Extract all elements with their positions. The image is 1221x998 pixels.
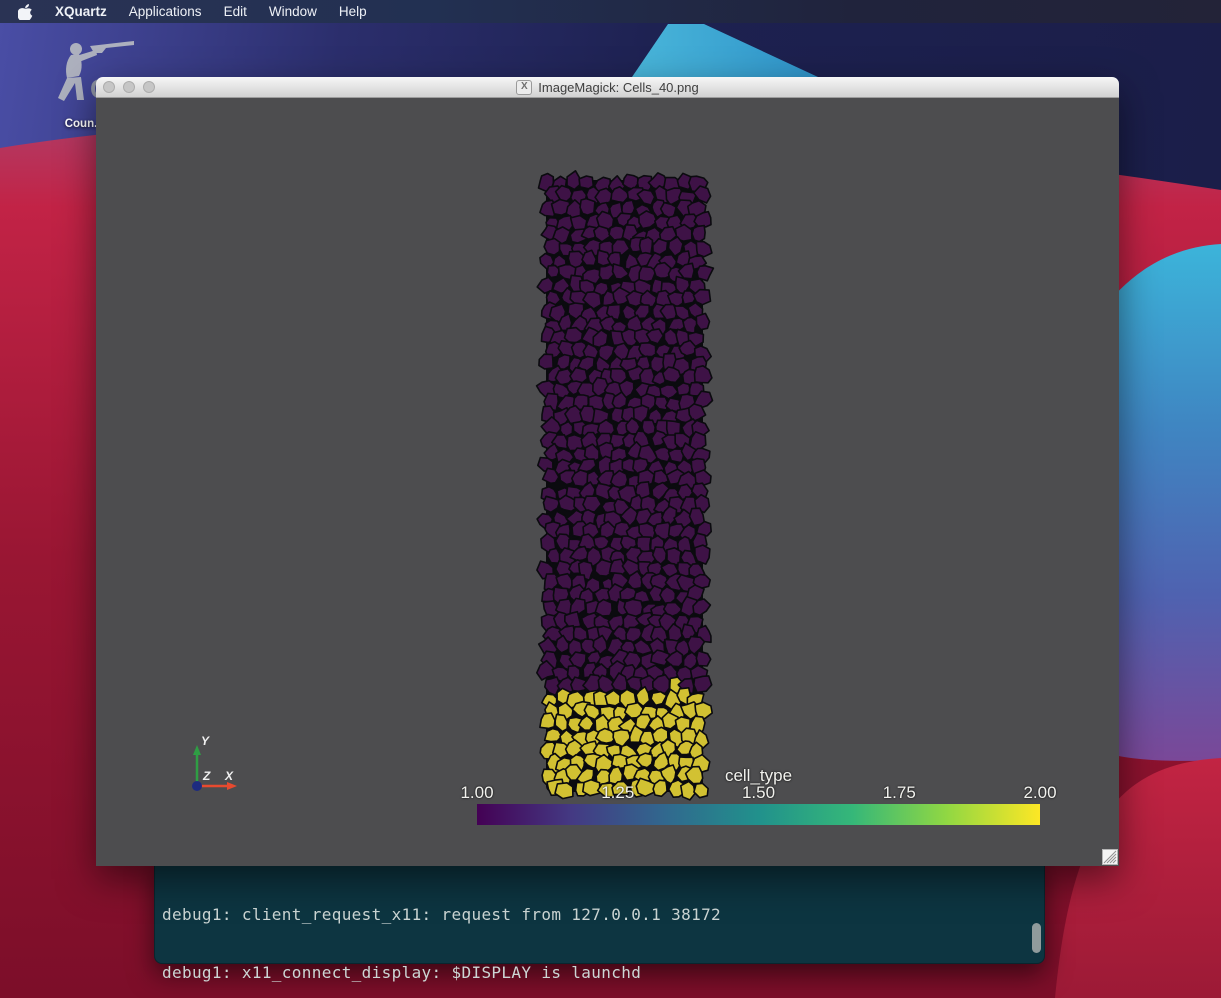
colorbar-gradient	[477, 804, 1040, 825]
terminal-scrollbar-thumb[interactable]	[1032, 923, 1041, 953]
desktop-screen: XQuartz Applications Edit Window Help GO…	[0, 0, 1221, 998]
colorbar-tick-labels: 1.00 1.25 1.50 1.75 2.00	[477, 783, 1040, 801]
window-title-text: ImageMagick: Cells_40.png	[538, 80, 698, 95]
axis-y-label: Y	[201, 734, 210, 748]
terminal-line: debug1: client_request_x11: request from…	[162, 905, 1040, 924]
imagemagick-window: X ImageMagick: Cells_40.png Y Z X cell_t…	[96, 77, 1119, 865]
menu-item-applications[interactable]: Applications	[129, 4, 202, 19]
terminal-line: debug1: x11_connect_display: $DISPLAY is…	[162, 963, 1040, 982]
terminal-output: debug1: client_request_x11: request from…	[155, 857, 1044, 998]
zoom-button[interactable]	[143, 81, 155, 93]
resize-grip[interactable]	[1102, 849, 1118, 865]
menu-item-window[interactable]: Window	[269, 4, 317, 19]
cells-visualization	[96, 98, 1119, 866]
menu-bar: XQuartz Applications Edit Window Help	[0, 0, 1221, 23]
render-view[interactable]: Y Z X cell_type 1.00 1.25 1.50 1.75 2.00	[96, 98, 1119, 866]
colorbar-tick: 1.00	[460, 783, 493, 803]
close-button[interactable]	[103, 81, 115, 93]
window-controls	[103, 81, 155, 93]
terminal-window[interactable]: debug1: client_request_x11: request from…	[154, 856, 1045, 964]
colorbar-tick: 2.00	[1023, 783, 1056, 803]
x11-icon: X	[516, 80, 532, 95]
menu-item-edit[interactable]: Edit	[224, 4, 247, 19]
minimize-button[interactable]	[123, 81, 135, 93]
orientation-axes-icon: Y Z X	[181, 731, 245, 795]
colorbar-tick: 1.25	[601, 783, 634, 803]
window-title: X ImageMagick: Cells_40.png	[516, 80, 698, 95]
colorbar-tick: 1.50	[742, 783, 775, 803]
apple-icon[interactable]	[18, 3, 33, 20]
window-title-bar[interactable]: X ImageMagick: Cells_40.png	[96, 77, 1119, 98]
menu-item-help[interactable]: Help	[339, 4, 367, 19]
axis-z-label: Z	[202, 769, 211, 783]
colorbar-tick: 1.75	[883, 783, 916, 803]
menu-item-xquartz[interactable]: XQuartz	[55, 4, 107, 19]
axis-x-label: X	[224, 769, 234, 783]
